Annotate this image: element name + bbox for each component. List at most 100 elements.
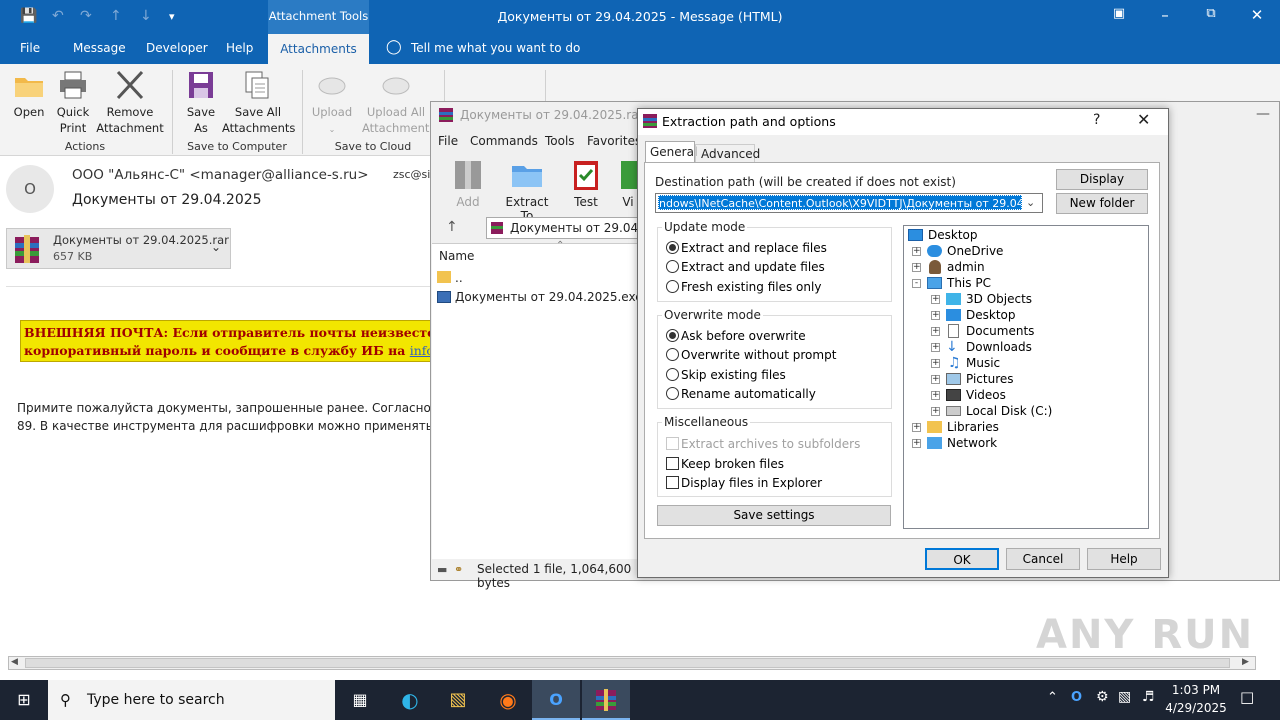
chevron-down-icon[interactable]: ⌄ (1026, 196, 1035, 209)
expand-icon[interactable]: + (931, 359, 940, 368)
notifications-icon[interactable]: □ (1240, 688, 1254, 706)
winrar-taskbar-icon[interactable] (582, 680, 630, 720)
expand-icon[interactable]: + (931, 327, 940, 336)
radio-skip-existing[interactable] (666, 368, 679, 381)
expand-icon[interactable]: + (912, 247, 921, 256)
scroll-right-icon[interactable]: ▶ (1242, 657, 1249, 667)
tree-node-admin[interactable]: admin (947, 260, 985, 274)
tree-node-pictures[interactable]: Pictures (966, 372, 1014, 386)
menu-tools[interactable]: Tools (545, 134, 575, 148)
expand-icon[interactable]: + (912, 423, 921, 432)
quick-print-button[interactable]: Quick Print (52, 70, 94, 136)
checkbox-display-in-explorer[interactable] (666, 476, 679, 489)
up-arrow-icon[interactable]: ↑ (110, 8, 122, 24)
save-icon[interactable]: 💾 (20, 8, 37, 24)
tab-advanced[interactable]: Advanced (695, 144, 760, 163)
tree-node-onedrive[interactable]: OneDrive (947, 244, 1003, 258)
tab-help[interactable]: Help (226, 41, 253, 55)
file-explorer-icon[interactable]: ▧ (434, 680, 482, 720)
option-display-in-explorer[interactable]: Display files in Explorer (681, 476, 822, 490)
expand-icon[interactable]: + (931, 295, 940, 304)
redo-icon[interactable]: ↷ (80, 8, 92, 24)
outlook-tray-icon[interactable]: O (1071, 690, 1082, 705)
expand-icon[interactable]: + (912, 439, 921, 448)
edge-icon[interactable]: ◐ (386, 680, 434, 720)
help-button[interactable]: Help (1087, 548, 1161, 570)
volume-icon[interactable]: ♬ (1142, 689, 1155, 705)
down-arrow-icon[interactable]: ↓ (140, 8, 152, 24)
clock-date[interactable]: 4/29/2025 (1163, 701, 1229, 715)
expand-icon[interactable]: + (931, 407, 940, 416)
checkbox-extract-subfolders[interactable] (666, 437, 679, 450)
radio-fresh-existing[interactable] (666, 280, 679, 293)
minimize-icon[interactable]: – (1150, 6, 1180, 24)
add-button[interactable]: Add (448, 158, 488, 209)
tab-message[interactable]: Message (73, 41, 126, 55)
checkbox-keep-broken[interactable] (666, 457, 679, 470)
dialog-close-icon[interactable]: ✕ (1137, 110, 1150, 129)
close-icon[interactable]: ✕ (1242, 6, 1272, 24)
radio-ask-before[interactable] (666, 329, 679, 342)
option-extract-update[interactable]: Extract and update files (681, 260, 825, 274)
scrollbar-thumb[interactable] (25, 658, 1230, 668)
undo-icon[interactable]: ↶ (52, 8, 64, 24)
tree-node-this-pc[interactable]: This PC (947, 276, 991, 290)
firefox-icon[interactable]: ◉ (484, 680, 532, 720)
expand-icon[interactable]: + (931, 343, 940, 352)
expand-icon[interactable]: + (931, 391, 940, 400)
option-keep-broken[interactable]: Keep broken files (681, 457, 784, 471)
tray-app-icon[interactable]: ⚙ (1096, 689, 1109, 705)
clock-time[interactable]: 1:03 PM (1163, 683, 1229, 697)
new-folder-button[interactable]: New folder (1056, 193, 1148, 214)
option-ask-before[interactable]: Ask before overwrite (681, 329, 806, 343)
option-fresh-existing[interactable]: Fresh existing files only (681, 280, 821, 294)
list-item[interactable]: Документы от 29.04.2025.exe * (455, 290, 652, 304)
radio-rename-automatically[interactable] (666, 387, 679, 400)
tree-node-documents[interactable]: Documents (966, 324, 1034, 338)
menu-file[interactable]: File (438, 134, 458, 148)
column-name-header[interactable]: Name (439, 249, 474, 263)
sender[interactable]: ООО "Альянс-С" <manager@alliance-s.ru> (72, 167, 369, 183)
chevron-down-icon[interactable]: ⌄ (211, 240, 221, 254)
collapse-icon[interactable]: - (912, 279, 921, 288)
save-as-button[interactable]: Save As (180, 70, 222, 136)
show-hidden-icons-icon[interactable]: ⌃ (1047, 690, 1058, 705)
expand-icon[interactable]: + (931, 311, 940, 320)
option-overwrite-without-prompt[interactable]: Overwrite without prompt (681, 348, 836, 362)
tab-general[interactable]: General (645, 141, 697, 163)
option-skip-existing[interactable]: Skip existing files (681, 368, 786, 382)
menu-favorites[interactable]: Favorites (587, 134, 641, 148)
expand-icon[interactable]: + (931, 375, 940, 384)
cancel-button[interactable]: Cancel (1006, 548, 1080, 570)
display-button[interactable]: Display (1056, 169, 1148, 190)
scroll-left-icon[interactable]: ◀ (11, 657, 18, 667)
open-button[interactable]: Open (8, 70, 50, 120)
tree-node-videos[interactable]: Videos (966, 388, 1006, 402)
restore-icon[interactable]: ⧉ (1196, 6, 1226, 21)
customize-quick-access-icon[interactable]: ▾ (169, 10, 175, 23)
list-item[interactable]: .. (455, 271, 463, 285)
winrar-minimize-icon[interactable]: — (1256, 106, 1270, 122)
tree-node-libraries[interactable]: Libraries (947, 420, 999, 434)
tree-node-local-disk[interactable]: Local Disk (C:) (966, 404, 1052, 418)
tree-node-network[interactable]: Network (947, 436, 997, 450)
option-rename-automatically[interactable]: Rename automatically (681, 387, 816, 401)
view-button[interactable]: Vi (618, 158, 638, 209)
tree-node-desktop[interactable]: Desktop (928, 228, 978, 242)
up-folder-icon[interactable]: ↑ (446, 219, 458, 235)
radio-extract-replace[interactable] (666, 241, 679, 254)
upload-button[interactable]: Upload ⌄ (308, 70, 356, 138)
tab-attachments[interactable]: Attachments (268, 34, 369, 64)
option-extract-replace[interactable]: Extract and replace files (681, 241, 827, 255)
menu-commands[interactable]: Commands (470, 134, 538, 148)
ok-button[interactable]: OK (925, 548, 999, 570)
tab-file[interactable]: File (20, 41, 40, 55)
save-all-attachments-button[interactable]: Save All Attachments (222, 70, 295, 136)
save-settings-button[interactable]: Save settings (657, 505, 891, 526)
taskbar-search[interactable]: Type here to search (48, 680, 335, 720)
task-view-icon[interactable]: ▦ (336, 680, 384, 720)
radio-overwrite-without-prompt[interactable] (666, 348, 679, 361)
tree-node-music[interactable]: Music (966, 356, 1000, 370)
tab-developer[interactable]: Developer (146, 41, 208, 55)
upload-all-attachments-button[interactable]: Upload All Attachments (362, 70, 435, 136)
